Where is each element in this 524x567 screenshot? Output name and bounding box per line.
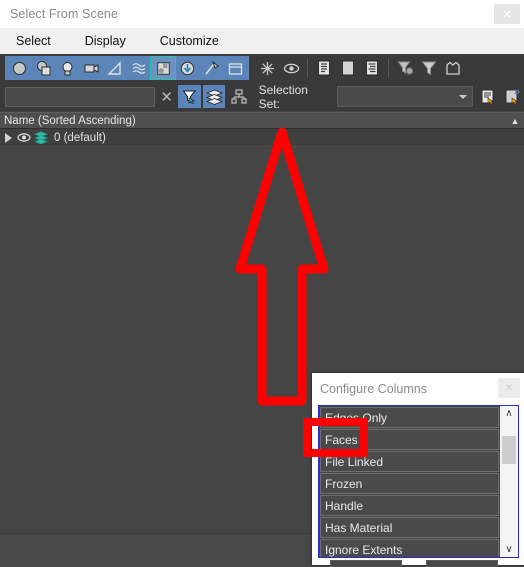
eye-icon[interactable] bbox=[17, 132, 31, 143]
helpers-icon[interactable] bbox=[103, 57, 127, 79]
selection-set-label: Selection Set: bbox=[258, 82, 308, 111]
list-item[interactable]: Edges Only bbox=[320, 407, 500, 428]
tree-column-header[interactable]: Name (Sorted Ascending) ▲ bbox=[0, 112, 524, 129]
new-selection-set-icon[interactable] bbox=[501, 86, 524, 108]
shapes-icon[interactable] bbox=[31, 57, 55, 79]
find-cursor-icon[interactable] bbox=[178, 85, 201, 108]
cameras-icon[interactable] bbox=[79, 57, 103, 79]
list-item[interactable]: File Linked bbox=[320, 451, 500, 472]
selection-filter-group bbox=[5, 56, 249, 80]
scroll-up-icon[interactable]: ∧ bbox=[505, 406, 512, 421]
menu-item-select[interactable]: Select bbox=[14, 32, 53, 50]
expand-all-icon[interactable] bbox=[312, 57, 336, 79]
toolbar-overflow-icon[interactable]: » bbox=[514, 86, 520, 98]
lights-icon[interactable] bbox=[55, 57, 79, 79]
search-filter-row: ✕ Selection Set: » bbox=[0, 82, 524, 111]
close-icon[interactable]: ✕ bbox=[494, 4, 520, 24]
menu-item-customize[interactable]: Customize bbox=[158, 32, 221, 50]
list-item[interactable]: Faces bbox=[320, 429, 500, 450]
close-icon[interactable]: ✕ bbox=[498, 378, 520, 398]
layers-icon[interactable] bbox=[34, 131, 48, 144]
space-warps-icon[interactable] bbox=[127, 57, 151, 79]
toolbar-separator-1 bbox=[307, 59, 308, 77]
selection-filter-toolbar bbox=[0, 54, 524, 82]
save-selection-set-icon[interactable] bbox=[477, 86, 500, 108]
sort-ascending-icon[interactable]: ▲ bbox=[506, 113, 524, 129]
table-row[interactable]: 0 (default) bbox=[0, 129, 524, 147]
container-box-icon[interactable] bbox=[441, 57, 465, 79]
layers-stack-icon[interactable] bbox=[202, 85, 226, 108]
window-title: Select From Scene bbox=[10, 7, 118, 21]
configure-filter-icon[interactable] bbox=[393, 57, 417, 79]
column-header-name: Name (Sorted Ascending) bbox=[4, 114, 136, 127]
select-from-scene-window: Select From Scene ✕ Select Display Custo… bbox=[0, 0, 524, 567]
geometry-sphere-icon[interactable] bbox=[7, 57, 31, 79]
list-item[interactable]: Ignore Extents bbox=[320, 539, 500, 557]
groups-xrefs-icon[interactable] bbox=[150, 56, 176, 80]
tree-row-label: 0 (default) bbox=[54, 131, 106, 144]
configure-columns-dialog: Configure Columns ✕ Edges Only Faces Fil… bbox=[312, 373, 524, 567]
configure-columns-scrollbar[interactable]: ∧ ∨ bbox=[500, 406, 518, 557]
display-eye-icon[interactable] bbox=[279, 57, 303, 79]
list-item[interactable]: Handle bbox=[320, 495, 500, 516]
toolbar-separator-2 bbox=[388, 59, 389, 77]
freeze-snowflake-icon[interactable] bbox=[255, 57, 279, 79]
filter-funnel-icon[interactable] bbox=[417, 57, 441, 79]
chevron-down-icon bbox=[459, 94, 468, 99]
configure-columns-title: Configure Columns bbox=[320, 382, 427, 396]
menu-item-display[interactable]: Display bbox=[83, 32, 128, 50]
list-outline-icon[interactable] bbox=[360, 57, 384, 79]
expand-triangle-icon[interactable] bbox=[5, 132, 12, 143]
external-references-icon[interactable] bbox=[175, 57, 199, 79]
configure-columns-list[interactable]: Edges Only Faces File Linked Frozen Hand… bbox=[319, 406, 501, 557]
selection-set-dropdown[interactable] bbox=[336, 86, 474, 107]
scroll-down-icon[interactable]: ∨ bbox=[505, 542, 512, 557]
configure-columns-titlebar: Configure Columns ✕ bbox=[312, 373, 524, 405]
footer-button-left[interactable] bbox=[330, 560, 402, 567]
window-titlebar: Select From Scene ✕ bbox=[0, 0, 524, 28]
hierarchy-icon[interactable] bbox=[227, 86, 250, 108]
clear-search-icon[interactable]: ✕ bbox=[155, 86, 178, 108]
scrollbar-thumb[interactable] bbox=[502, 436, 517, 464]
menubar: Select Display Customize bbox=[0, 28, 524, 54]
list-item[interactable]: Has Material bbox=[320, 517, 500, 538]
collapse-all-icon[interactable] bbox=[336, 57, 360, 79]
search-input[interactable] bbox=[5, 86, 155, 107]
configure-columns-footer bbox=[318, 558, 519, 567]
footer-button-right[interactable] bbox=[426, 560, 498, 567]
bone-objects-icon[interactable] bbox=[199, 57, 223, 79]
configure-columns-listwrap: Edges Only Faces File Linked Frozen Hand… bbox=[318, 405, 519, 558]
containers-icon[interactable] bbox=[223, 57, 247, 79]
list-item[interactable]: Frozen bbox=[320, 473, 500, 494]
